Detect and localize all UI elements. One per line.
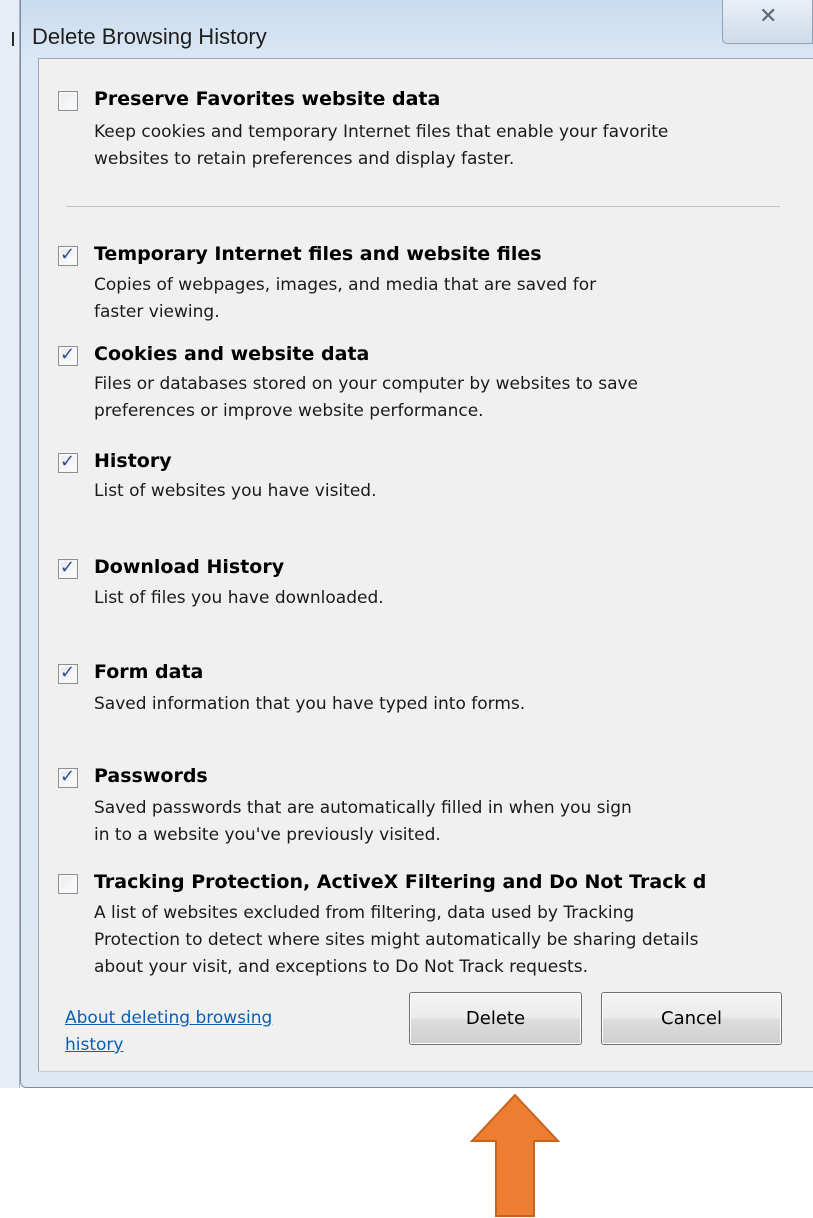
option-desc-preserve-favorites: Keep cookies and temporary Internet file… [94,122,669,169]
option-desc-temporary-internet-files: Copies of webpages, images, and media th… [94,275,597,322]
option-title-cookies[interactable]: Cookies and website data [94,343,369,365]
checkmark-icon: ✓ [60,244,76,265]
background-window-mark [12,32,14,46]
option-title-form-data[interactable]: Form data [94,661,203,683]
checkmark-icon: ✓ [60,557,76,578]
option-desc-passwords: Saved passwords that are automatically f… [94,798,632,845]
screenshot-root: Delete Browsing History ✕ Preserve Favor… [0,0,813,1218]
option-title-history[interactable]: History [94,450,172,472]
close-icon: ✕ [759,4,778,29]
option-title-tracking-protection[interactable]: Tracking Protection, ActiveX Filtering a… [94,871,784,893]
background-window-edge [0,0,20,1088]
checkbox-preserve-favorites[interactable] [58,91,78,111]
checkmark-icon: ✓ [60,344,76,365]
option-desc-cookies: Files or databases stored on your comput… [94,374,639,421]
option-title-download-history[interactable]: Download History [94,556,284,578]
close-button[interactable]: ✕ [722,0,813,44]
checkmark-icon: ✓ [60,451,76,472]
about-deleting-history-link[interactable]: About deleting browsing history [65,1005,335,1059]
option-desc-form-data: Saved information that you have typed in… [94,694,526,714]
delete-button[interactable]: Delete [409,992,582,1045]
checkbox-form-data[interactable]: ✓ [58,662,78,684]
checkmark-icon: ✓ [60,766,76,787]
option-title-temporary-internet-files[interactable]: Temporary Internet files and website fil… [94,243,542,265]
dialog-title: Delete Browsing History [32,24,267,49]
option-desc-tracking-protection: A list of websites excluded from filteri… [94,903,699,977]
checkbox-temporary-internet-files[interactable]: ✓ [58,244,78,266]
up-arrow-icon [470,1093,560,1217]
checkbox-passwords[interactable]: ✓ [58,766,78,788]
separator [66,206,780,207]
checkbox-tracking-protection[interactable] [58,874,78,894]
option-desc-download-history: List of files you have downloaded. [94,588,384,608]
option-title-passwords[interactable]: Passwords [94,765,208,787]
checkbox-cookies[interactable]: ✓ [58,344,78,366]
option-desc-history: List of websites you have visited. [94,481,377,501]
cancel-button[interactable]: Cancel [601,992,782,1045]
checkmark-icon: ✓ [60,662,76,683]
checkbox-download-history[interactable]: ✓ [58,557,78,579]
option-title-preserve-favorites[interactable]: Preserve Favorites website data [94,88,440,110]
checkbox-history[interactable]: ✓ [58,451,78,473]
